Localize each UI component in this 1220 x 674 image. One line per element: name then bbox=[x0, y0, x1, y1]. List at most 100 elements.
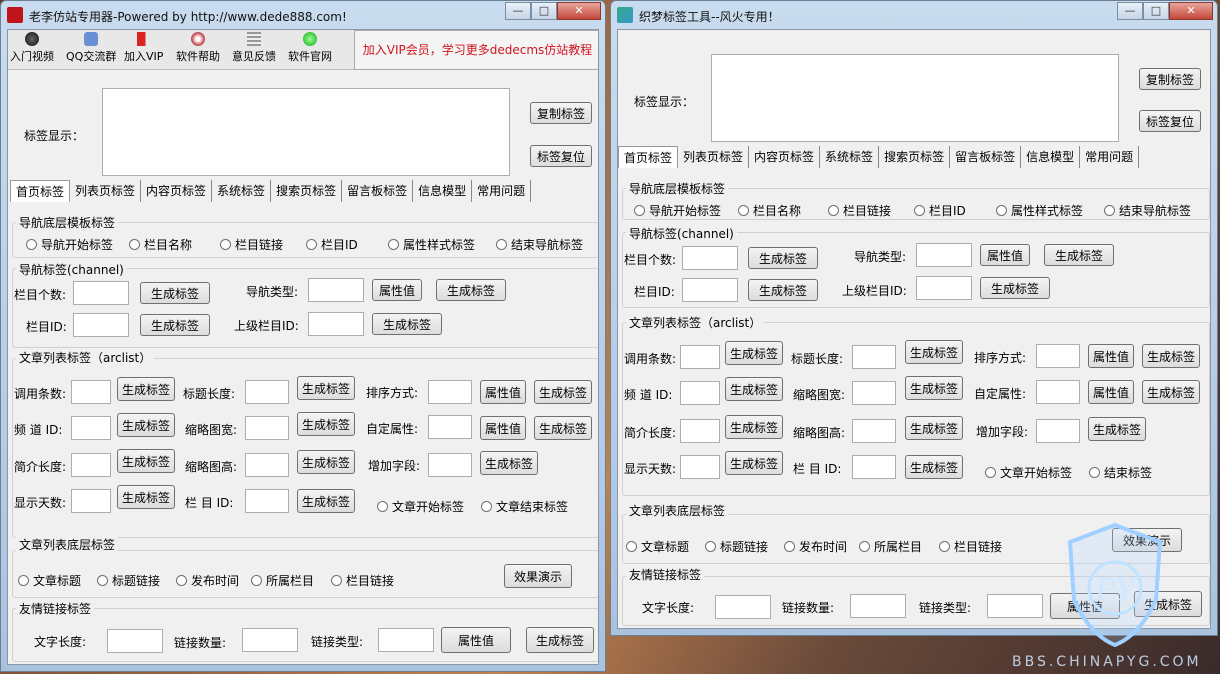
nav-type-input[interactable] bbox=[308, 278, 364, 302]
gen-col-id2-button[interactable]: 生成标签 bbox=[297, 489, 355, 513]
tab-guestbook[interactable]: 留言板标签 bbox=[342, 180, 414, 202]
thumb-h-input[interactable] bbox=[852, 419, 896, 443]
link-count-input[interactable] bbox=[242, 628, 298, 652]
custom-attr-input[interactable] bbox=[1036, 380, 1080, 404]
tab-search[interactable]: 搜索页标签 bbox=[879, 146, 951, 168]
parent-col-id-input[interactable] bbox=[308, 312, 364, 336]
gen-intro-len-button[interactable]: 生成标签 bbox=[117, 449, 175, 473]
gen-intro-len-button[interactable]: 生成标签 bbox=[725, 415, 783, 439]
gen-col-id2-button[interactable]: 生成标签 bbox=[905, 455, 963, 479]
text-len-input[interactable] bbox=[715, 595, 771, 619]
radio-pub-time[interactable]: 发布时间 bbox=[784, 538, 847, 555]
friend-attr-button[interactable]: 属性值 bbox=[441, 627, 511, 653]
title-len-input[interactable] bbox=[852, 345, 896, 369]
gen-parent-col-id-button[interactable]: 生成标签 bbox=[980, 277, 1050, 299]
tab-system[interactable]: 系统标签 bbox=[212, 180, 272, 202]
copy-tag-button[interactable]: 复制标签 bbox=[530, 102, 592, 124]
radio-col-name[interactable]: 栏目名称 bbox=[129, 236, 192, 253]
gen-channel-id-button[interactable]: 生成标签 bbox=[725, 377, 783, 401]
sort-attr-button[interactable]: 属性值 bbox=[480, 380, 526, 404]
thumb-h-input[interactable] bbox=[245, 453, 289, 477]
tab-content[interactable]: 内容页标签 bbox=[749, 146, 821, 168]
title-len-input[interactable] bbox=[245, 380, 289, 404]
radio-col-id[interactable]: 栏目ID bbox=[914, 202, 966, 219]
gen-show-days-button[interactable]: 生成标签 bbox=[725, 451, 783, 475]
custom-attr-input[interactable] bbox=[428, 415, 472, 439]
radio-title-link[interactable]: 标题链接 bbox=[705, 538, 768, 555]
radio-belong-col[interactable]: 所属栏目 bbox=[251, 572, 314, 589]
channel-id-input[interactable] bbox=[71, 416, 111, 440]
tab-system[interactable]: 系统标签 bbox=[820, 146, 880, 168]
radio-art-title[interactable]: 文章标题 bbox=[626, 538, 689, 555]
radio-col-link[interactable]: 栏目链接 bbox=[220, 236, 283, 253]
gen-col-count-button[interactable]: 生成标签 bbox=[140, 282, 210, 304]
radio-attr-style[interactable]: 属性样式标签 bbox=[388, 236, 475, 253]
channel-id-input[interactable] bbox=[680, 381, 720, 405]
gen-add-field-button[interactable]: 生成标签 bbox=[1088, 417, 1146, 441]
tab-content[interactable]: 内容页标签 bbox=[141, 180, 213, 202]
sort-way-input[interactable] bbox=[428, 380, 472, 404]
call-count-input[interactable] bbox=[680, 345, 720, 369]
demo-button[interactable]: 效果演示 bbox=[504, 564, 572, 588]
tag-display-textarea[interactable] bbox=[102, 88, 510, 176]
maximize-button[interactable]: □ bbox=[1143, 2, 1169, 20]
toolbar-help[interactable]: 软件帮助 bbox=[176, 32, 220, 64]
radio-col-name[interactable]: 栏目名称 bbox=[738, 202, 801, 219]
col-count-input[interactable] bbox=[73, 281, 129, 305]
gen-parent-col-id-button[interactable]: 生成标签 bbox=[372, 313, 442, 335]
radio-col-id[interactable]: 栏目ID bbox=[306, 236, 358, 253]
maximize-button[interactable]: □ bbox=[531, 2, 557, 20]
text-len-input[interactable] bbox=[107, 629, 163, 653]
add-field-input[interactable] bbox=[1036, 419, 1080, 443]
radio-art-end[interactable]: 文章结束标签 bbox=[481, 498, 568, 515]
radio-col-link[interactable]: 栏目链接 bbox=[828, 202, 891, 219]
tab-info-model[interactable]: 信息模型 bbox=[1021, 146, 1081, 168]
radio-col-link2[interactable]: 栏目链接 bbox=[331, 572, 394, 589]
radio-nav-start[interactable]: 导航开始标签 bbox=[634, 202, 721, 219]
tab-search[interactable]: 搜索页标签 bbox=[271, 180, 343, 202]
minimize-button[interactable]: — bbox=[505, 2, 531, 20]
thumb-w-input[interactable] bbox=[245, 416, 289, 440]
gen-col-id-button[interactable]: 生成标签 bbox=[748, 279, 818, 301]
col-id2-input[interactable] bbox=[245, 489, 289, 513]
gen-thumb-w-button[interactable]: 生成标签 bbox=[905, 376, 963, 400]
nav-attr-button[interactable]: 属性值 bbox=[372, 279, 422, 301]
link-count-input[interactable] bbox=[850, 594, 906, 618]
radio-art-start[interactable]: 文章开始标签 bbox=[377, 498, 464, 515]
col-id-input[interactable] bbox=[682, 278, 738, 302]
toolbar-website[interactable]: 软件官网 bbox=[288, 32, 332, 64]
tab-faq[interactable]: 常用问题 bbox=[472, 180, 532, 202]
custom-attr-button[interactable]: 属性值 bbox=[1088, 380, 1134, 404]
gen-friend-button[interactable]: 生成标签 bbox=[526, 627, 594, 653]
gen-col-id-button[interactable]: 生成标签 bbox=[140, 314, 210, 336]
tab-home[interactable]: 首页标签 bbox=[618, 146, 679, 168]
thumb-w-input[interactable] bbox=[852, 381, 896, 405]
nav-attr-button[interactable]: 属性值 bbox=[980, 244, 1030, 266]
gen-add-field-button[interactable]: 生成标签 bbox=[480, 451, 538, 475]
gen-custom-attr-button[interactable]: 生成标签 bbox=[1142, 380, 1200, 404]
radio-title-link[interactable]: 标题链接 bbox=[97, 572, 160, 589]
close-button[interactable]: ✕ bbox=[557, 2, 601, 20]
gen-call-count-button[interactable]: 生成标签 bbox=[117, 377, 175, 401]
call-count-input[interactable] bbox=[71, 380, 111, 404]
copy-tag-button[interactable]: 复制标签 bbox=[1139, 68, 1201, 90]
gen-thumb-h-button[interactable]: 生成标签 bbox=[297, 450, 355, 474]
gen-custom-attr-button[interactable]: 生成标签 bbox=[534, 416, 592, 440]
toolbar-feedback[interactable]: 意见反馈 bbox=[232, 32, 276, 64]
minimize-button[interactable]: — bbox=[1117, 2, 1143, 20]
gen-thumb-w-button[interactable]: 生成标签 bbox=[297, 412, 355, 436]
radio-attr-style[interactable]: 属性样式标签 bbox=[996, 202, 1083, 219]
gen-sort-button[interactable]: 生成标签 bbox=[1142, 344, 1200, 368]
add-field-input[interactable] bbox=[428, 453, 472, 477]
tab-home[interactable]: 首页标签 bbox=[10, 180, 71, 202]
gen-title-len-button[interactable]: 生成标签 bbox=[297, 376, 355, 400]
vip-banner[interactable]: 加入VIP会员，学习更多dedecms仿站教程 bbox=[354, 30, 598, 70]
col-id-input[interactable] bbox=[73, 313, 129, 337]
intro-len-input[interactable] bbox=[680, 419, 720, 443]
toolbar-qq[interactable]: QQ交流群 bbox=[66, 32, 116, 64]
radio-art-title[interactable]: 文章标题 bbox=[18, 572, 81, 589]
link-type-input[interactable] bbox=[378, 628, 434, 652]
close-button[interactable]: ✕ bbox=[1169, 2, 1213, 20]
radio-col-link2[interactable]: 栏目链接 bbox=[939, 538, 1002, 555]
gen-col-count-button[interactable]: 生成标签 bbox=[748, 247, 818, 269]
